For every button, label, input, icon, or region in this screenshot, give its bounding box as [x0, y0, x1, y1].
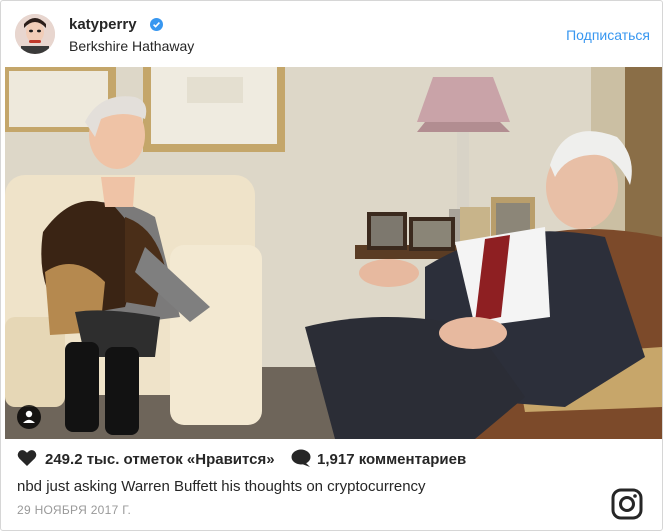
comments-count[interactable]: 1,917 комментариев [317, 451, 466, 468]
avatar[interactable] [15, 14, 55, 54]
post-date[interactable]: 29 НОЯБРЯ 2017 Г. [17, 503, 131, 517]
tag-people-icon[interactable] [17, 405, 41, 429]
verified-badge-icon [150, 18, 163, 31]
location-link[interactable]: Berkshire Hathaway [69, 38, 194, 54]
instagram-logo-icon[interactable] [611, 488, 643, 520]
follow-button[interactable]: Подписаться [566, 27, 650, 43]
post-photo[interactable] [5, 67, 662, 439]
heart-icon[interactable] [17, 449, 37, 467]
photo-illustration [5, 67, 662, 439]
username[interactable]: katyperry [69, 16, 137, 33]
post-header: katyperry Berkshire Hathaway Подписаться [1, 1, 662, 67]
instagram-embed-card: katyperry Berkshire Hathaway Подписаться [0, 0, 663, 531]
post-actions: 249.2 тыс. отметок «Нравится» 1,917 комм… [1, 439, 662, 530]
comment-icon[interactable] [291, 449, 311, 467]
post-caption: nbd just asking Warren Buffett his thoug… [17, 478, 426, 495]
likes-count[interactable]: 249.2 тыс. отметок «Нравится» [45, 451, 275, 468]
